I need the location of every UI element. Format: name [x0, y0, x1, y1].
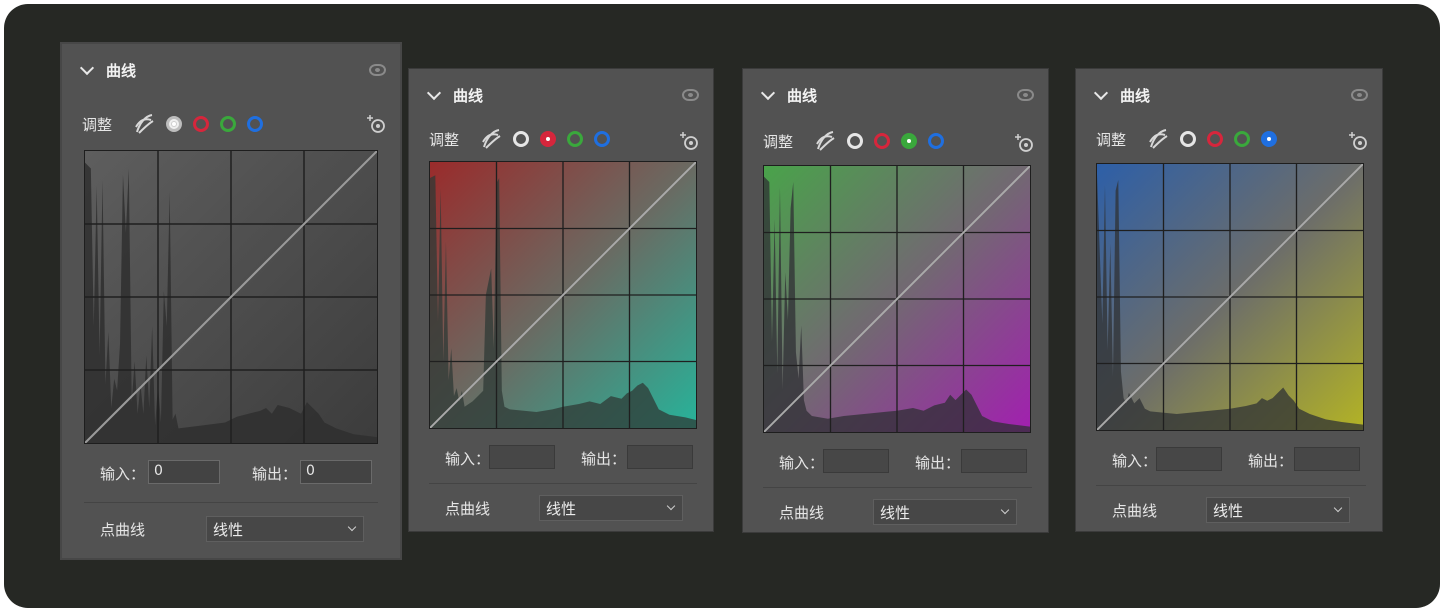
output-label: 输出：: [915, 454, 961, 472]
input-field[interactable]: [1156, 447, 1222, 471]
chevron-down-icon[interactable]: [760, 85, 776, 100]
channel-green-button[interactable]: [567, 131, 584, 147]
eye-icon[interactable]: [682, 89, 699, 101]
chevron-down-icon: [1333, 503, 1343, 513]
output-field[interactable]: 0: [300, 460, 372, 484]
targeted-adjustment-icon[interactable]: [677, 129, 699, 151]
input-label: 输入：: [1112, 452, 1158, 470]
targeted-adjustment-icon[interactable]: [1346, 129, 1368, 151]
chevron-down-icon: [666, 501, 676, 511]
adjust-row: 调整: [82, 112, 274, 136]
curve-panel-rgb: 曲线 调整 输入： 0 输出： 0 点曲线 线性: [62, 44, 400, 558]
curve-graph[interactable]: [429, 161, 697, 429]
adjust-row: 调整: [429, 127, 621, 151]
eye-icon[interactable]: [1351, 89, 1368, 101]
chevron-down-icon: [347, 522, 357, 532]
point-curve-label: 点曲线: [445, 500, 491, 518]
panel-title: 曲线: [106, 62, 137, 80]
input-field[interactable]: [489, 445, 555, 469]
curve-mode-value: 线性: [213, 521, 244, 539]
channel-green-button[interactable]: [220, 116, 237, 132]
panel-title: 曲线: [1120, 87, 1151, 105]
panel-header[interactable]: 曲线: [426, 85, 484, 106]
channel-green-button[interactable]: [1234, 131, 1251, 147]
adjust-label: 调整: [82, 115, 113, 134]
channel-rgb-button[interactable]: [513, 131, 530, 147]
curve-graph[interactable]: [763, 165, 1031, 433]
panel-title: 曲线: [787, 87, 818, 105]
curve-mode-value: 线性: [546, 500, 577, 518]
auto-tone-icon[interactable]: [479, 127, 503, 151]
input-field[interactable]: 0: [148, 460, 220, 484]
curve-panel-red: 曲线 调整 输入： 输出： 点曲线 线性: [409, 69, 713, 531]
chevron-down-icon: [1000, 505, 1010, 515]
chevron-down-icon[interactable]: [426, 85, 442, 100]
auto-tone-icon[interactable]: [132, 112, 156, 136]
curve-mode-select[interactable]: 线性: [873, 499, 1017, 525]
divider: [429, 483, 697, 484]
output-field[interactable]: [1294, 447, 1360, 471]
canvas-background: 曲线 调整 输入： 0 输出： 0 点曲线 线性 曲线 调整 输入： 输出： 点…: [4, 4, 1440, 608]
auto-tone-icon[interactable]: [1146, 127, 1170, 151]
channel-red-button[interactable]: [874, 133, 891, 149]
output-field[interactable]: [961, 449, 1027, 473]
divider: [84, 502, 378, 503]
adjust-row: 调整: [1096, 127, 1288, 151]
input-field[interactable]: [823, 449, 889, 473]
curve-panel-blue: 曲线 调整 输入： 输出： 点曲线 线性: [1076, 69, 1382, 531]
channel-blue-button[interactable]: [247, 116, 264, 132]
curve-mode-select[interactable]: 线性: [1206, 497, 1350, 523]
adjust-label: 调整: [763, 132, 794, 151]
channel-red-button[interactable]: [193, 116, 210, 132]
curve-graph[interactable]: [1096, 163, 1364, 431]
point-curve-label: 点曲线: [779, 504, 825, 522]
auto-tone-icon[interactable]: [813, 129, 837, 153]
channel-blue-button[interactable]: [594, 131, 611, 147]
curve-mode-value: 线性: [880, 504, 911, 522]
panel-title: 曲线: [453, 87, 484, 105]
channel-rgb-button[interactable]: [847, 133, 864, 149]
input-label: 输入：: [445, 450, 491, 468]
channel-green-button[interactable]: [901, 133, 918, 149]
output-label: 输出：: [252, 465, 298, 483]
targeted-adjustment-icon[interactable]: [1012, 131, 1034, 153]
channel-rgb-button[interactable]: [166, 116, 183, 132]
channel-rgb-button[interactable]: [1180, 131, 1197, 147]
divider: [1096, 485, 1366, 486]
targeted-adjustment-icon[interactable]: [364, 112, 386, 134]
adjust-label: 调整: [1096, 130, 1127, 149]
panel-header[interactable]: 曲线: [1093, 85, 1151, 106]
panel-header[interactable]: 曲线: [760, 85, 818, 106]
adjust-label: 调整: [429, 130, 460, 149]
output-label: 输出：: [1248, 452, 1294, 470]
input-label: 输入：: [779, 454, 825, 472]
curve-mode-select[interactable]: 线性: [539, 495, 683, 521]
channel-red-button[interactable]: [1207, 131, 1224, 147]
eye-icon[interactable]: [369, 64, 386, 76]
curve-mode-select[interactable]: 线性: [206, 516, 364, 542]
channel-blue-button[interactable]: [928, 133, 945, 149]
input-label: 输入：: [100, 465, 146, 483]
eye-icon[interactable]: [1017, 89, 1034, 101]
curve-mode-value: 线性: [1213, 502, 1244, 520]
curve-panel-green: 曲线 调整 输入： 输出： 点曲线 线性: [743, 69, 1048, 532]
output-field[interactable]: [627, 445, 693, 469]
output-label: 输出：: [581, 450, 627, 468]
chevron-down-icon[interactable]: [79, 60, 95, 75]
point-curve-label: 点曲线: [100, 521, 146, 539]
divider: [763, 487, 1032, 488]
panel-header[interactable]: 曲线: [79, 60, 137, 81]
adjust-row: 调整: [763, 129, 955, 153]
curve-graph[interactable]: [84, 150, 378, 444]
channel-red-button[interactable]: [540, 131, 557, 147]
chevron-down-icon[interactable]: [1093, 85, 1109, 100]
channel-blue-button[interactable]: [1261, 131, 1278, 147]
point-curve-label: 点曲线: [1112, 502, 1158, 520]
